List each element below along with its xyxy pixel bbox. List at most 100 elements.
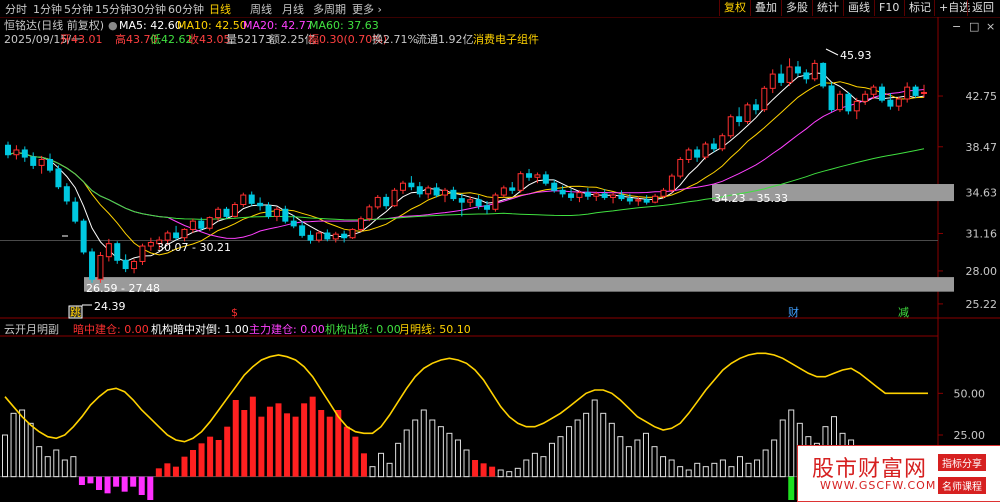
y-tick-label: 38.47	[966, 141, 998, 154]
legend-item: 暗中建仓: 0.00	[73, 323, 149, 336]
indicator-bar	[335, 410, 342, 477]
candle	[374, 196, 381, 208]
candle	[820, 62, 827, 87]
candle	[181, 228, 188, 239]
candle	[895, 98, 902, 107]
candle	[164, 232, 171, 241]
indicator-bar	[531, 452, 538, 478]
indicator-bar	[369, 466, 376, 478]
indicator-bar	[241, 410, 248, 477]
legend-item: MA10: 42.50	[177, 19, 247, 32]
legend-item: 低42.62	[150, 33, 193, 46]
timeframe-tab[interactable]: 月线	[282, 1, 304, 17]
event-mark-box	[68, 305, 83, 319]
candle	[299, 225, 306, 236]
legend-item: 消费电子组件	[473, 33, 539, 46]
indicator-bar	[523, 459, 530, 478]
candle	[450, 189, 457, 200]
toolbar-button[interactable]: 叠加	[750, 0, 781, 16]
timeframe-tab[interactable]: 1分钟	[33, 1, 62, 17]
legend-item: 月明线: 50.10	[399, 323, 471, 336]
timeframe-tab[interactable]: 30分钟	[130, 1, 166, 17]
candle	[21, 149, 28, 158]
panel-close-icon[interactable]: ×	[986, 20, 995, 33]
indicator-bar	[677, 466, 684, 478]
candle	[89, 251, 96, 280]
indicator-bar	[301, 403, 308, 477]
indicator-bar	[249, 396, 256, 477]
indicator-bar	[104, 476, 111, 494]
candle	[47, 158, 54, 171]
candle	[702, 143, 709, 158]
toolbar-button[interactable]: 统计	[812, 0, 843, 16]
candle	[5, 144, 11, 156]
moon-line	[4, 352, 928, 443]
candle	[357, 218, 364, 230]
high-annotation: 45.93	[840, 49, 872, 62]
candle	[475, 199, 482, 207]
indicator-bar	[694, 462, 701, 478]
price-chart[interactable]: 42.75 38.47 34.63 31.16 28.00 25.22 45.93 26.59…	[0, 0, 1000, 500]
indicator-bar	[711, 462, 718, 478]
timeframe-tab[interactable]: 周线	[250, 1, 272, 17]
legend-item: MA5: 42.60	[119, 19, 182, 32]
legend-item: 主力建仓: 0.00	[249, 323, 325, 336]
candle	[147, 241, 154, 247]
candle	[173, 232, 180, 239]
timeframe-tab[interactable]: 分时	[5, 1, 27, 17]
candle	[366, 206, 373, 220]
candle	[391, 189, 398, 207]
candle	[273, 208, 280, 217]
candle	[551, 182, 558, 191]
candle	[324, 232, 331, 240]
indicator-bar	[668, 459, 675, 478]
indicator-bar	[113, 476, 120, 487]
indicator-bar	[309, 396, 316, 477]
y-tick-label: 28.00	[966, 265, 998, 278]
indicator-bar	[258, 416, 265, 477]
settings-icon[interactable]: ●	[108, 19, 118, 32]
candle	[63, 186, 70, 202]
candle	[828, 85, 835, 111]
indicator-green-bar	[788, 476, 795, 500]
panel-maximize-icon[interactable]: □	[969, 20, 979, 33]
indicator-bar	[292, 416, 299, 477]
candle	[433, 187, 440, 196]
ma10-line	[7, 81, 925, 256]
y-tick-label: 25.22	[966, 298, 998, 311]
toolbar-button[interactable]: 复权	[719, 0, 750, 16]
ma5-line	[7, 72, 925, 263]
toolbar-button[interactable]: 画线	[843, 0, 874, 16]
timeframe-tab[interactable]: 多周期	[313, 1, 346, 17]
indicator-bar	[617, 436, 624, 478]
toolbar-button[interactable]: F10	[874, 0, 903, 16]
indicator-bar	[96, 476, 103, 490]
event-mark: 跳	[70, 305, 81, 319]
indicator-bar	[275, 403, 282, 477]
panel-minimize-icon[interactable]: −	[952, 20, 961, 33]
timeframe-tab[interactable]: 60分钟	[168, 1, 204, 17]
indicator-bar	[437, 426, 444, 478]
y-tick-label: 25.00	[954, 429, 986, 442]
indicator-bar	[155, 468, 162, 477]
indicator-bar	[207, 436, 214, 477]
y-tick-label: 50.00	[954, 387, 986, 400]
candle	[189, 220, 196, 230]
indicator-bar	[454, 439, 461, 478]
toolbar-button[interactable]: 多股	[781, 0, 812, 16]
candle	[257, 202, 264, 207]
candle	[761, 87, 768, 111]
legend-item: MA20: 42.77	[243, 19, 313, 32]
indicator-bar	[378, 452, 385, 478]
toolbar-button[interactable]: 标记	[904, 0, 935, 16]
timeframe-tab[interactable]: 5分钟	[64, 1, 93, 17]
timeframe-tab[interactable]: 日线	[209, 1, 231, 17]
indicator-bar	[702, 466, 709, 478]
timeframe-tab[interactable]: 15分钟	[95, 1, 131, 17]
candle	[794, 66, 801, 74]
candle	[131, 260, 138, 270]
indicator-bar	[583, 412, 590, 478]
toolbar-button[interactable]: 返回	[967, 0, 998, 16]
timeframe-tab[interactable]: 更多 ›	[352, 1, 382, 17]
candle	[593, 193, 600, 197]
